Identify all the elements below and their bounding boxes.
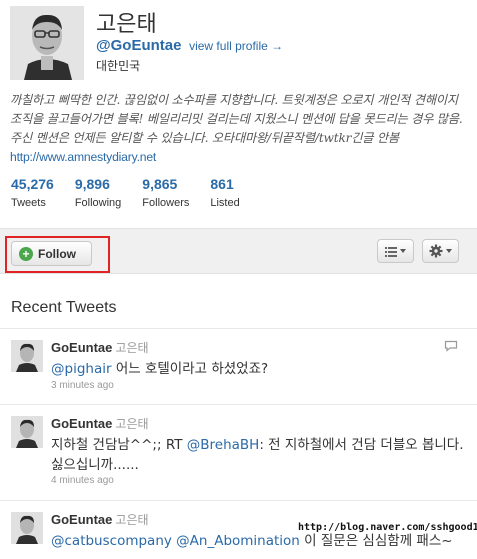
tweet-username: GoEuntae [51,416,113,431]
settings-menu-button[interactable] [422,239,459,263]
tweet-avatar[interactable] [11,416,43,448]
stat-listed[interactable]: 861 Listed [210,176,239,212]
profile-bio: 까칠하고 삐딱한 인간. 끊임없이 소수파를 지향합니다. 트윗계정은 오로지 … [10,91,472,167]
follow-label: Follow [38,246,76,261]
tweet-timestamp[interactable]: 4 minutes ago [51,475,114,486]
profile-avatar[interactable] [10,6,84,80]
tweet-author[interactable]: GoEuntae 고은태 [51,511,149,528]
reply-icon[interactable] [444,340,458,352]
tweet-avatar[interactable] [11,340,43,372]
tweet-body: 이 질문은 심심함께 패스~ [299,533,453,549]
tweet-username: GoEuntae [51,512,113,527]
tweet-realname: 고은태 [115,513,149,527]
profile-handle-row: @GoEuntae view full profile → [96,37,283,54]
tweet-item: GoEuntae 고은태 @catbuscompany @An_Abominati… [0,512,477,559]
bio-text: 까칠하고 삐딱한 인간. 끊임없이 소수파를 지향합니다. 트윗계정은 오로지 … [10,93,463,145]
profile-action-bar: + Follow [0,228,477,274]
tweet-text: @catbuscompany @An_Abomination 이 질문은 심심함… [51,531,467,551]
divider [0,404,477,405]
tweet-mention[interactable]: @BrehaBH [187,437,260,453]
list-icon [385,246,397,257]
recent-tweets-heading: Recent Tweets [11,299,117,316]
profile-header: 고은태 @GoEuntae view full profile → 대한민국 [10,6,470,82]
tweet-author[interactable]: GoEuntae 고은태 [51,339,149,356]
profile-stats: 45,276 Tweets 9,896 Following 9,865 Foll… [11,176,261,212]
stat-label: Followers [142,197,190,209]
tweet-realname: 고은태 [115,417,149,431]
divider [0,328,477,329]
tweet-body: 지하철 건담남^^;; RT [51,437,187,453]
profile-display-name: 고은태 [96,12,157,37]
tweet-mention[interactable]: @pighair [51,361,112,377]
stat-followers[interactable]: 9,865 Followers [142,176,189,212]
stat-label: Listed [210,197,240,209]
stat-label: Tweets [11,197,46,209]
bio-link[interactable]: http://www.amnestydiary.net [10,150,156,164]
chevron-down-icon [446,249,452,253]
tweet-mention[interactable]: @An_Abomination [176,533,300,549]
profile-handle[interactable]: @GoEuntae [96,37,181,54]
stat-following[interactable]: 9,896 Following [75,176,121,212]
divider [0,500,477,501]
stat-value: 45,276 [11,176,54,192]
tweet-item: GoEuntae 고은태 지하철 건담남^^;; RT @BrehaBH: 전 지… [0,416,477,490]
stat-value: 9,865 [142,176,178,192]
blog-watermark: http://blog.naver.com/sshgood1 [298,522,477,533]
view-full-profile-link[interactable]: view full profile → [189,39,283,53]
tweet-realname: 고은태 [115,341,149,355]
tweet-mention[interactable]: @catbuscompany [51,533,172,549]
tweet-text: @pighair 어느 호텔이라고 하셨었죠? [51,359,467,379]
stat-value: 9,896 [74,176,110,192]
follow-button[interactable]: + Follow [11,241,92,266]
tweet-timestamp[interactable]: 3 minutes ago [51,380,114,391]
stat-tweets[interactable]: 45,276 Tweets [11,176,54,212]
profile-location: 대한민국 [96,59,141,73]
tweet-text: 지하철 건담남^^;; RT @BrehaBH: 전 지하철에서 건담 더블오 … [51,435,467,475]
stat-value: 861 [210,176,234,192]
tweet-author[interactable]: GoEuntae 고은태 [51,415,149,432]
tweet-body: 어느 호텔이라고 하셨었죠? [111,361,269,377]
tweet-username: GoEuntae [51,340,113,355]
tweet-item: GoEuntae 고은태 @pighair 어느 호텔이라고 하셨었죠? 3 mi… [0,340,477,396]
plus-icon: + [19,246,33,261]
chevron-down-icon [400,249,406,253]
tweet-avatar[interactable] [11,512,43,544]
stat-label: Following [74,197,122,209]
list-menu-button[interactable] [377,239,414,263]
gear-icon [429,244,443,258]
